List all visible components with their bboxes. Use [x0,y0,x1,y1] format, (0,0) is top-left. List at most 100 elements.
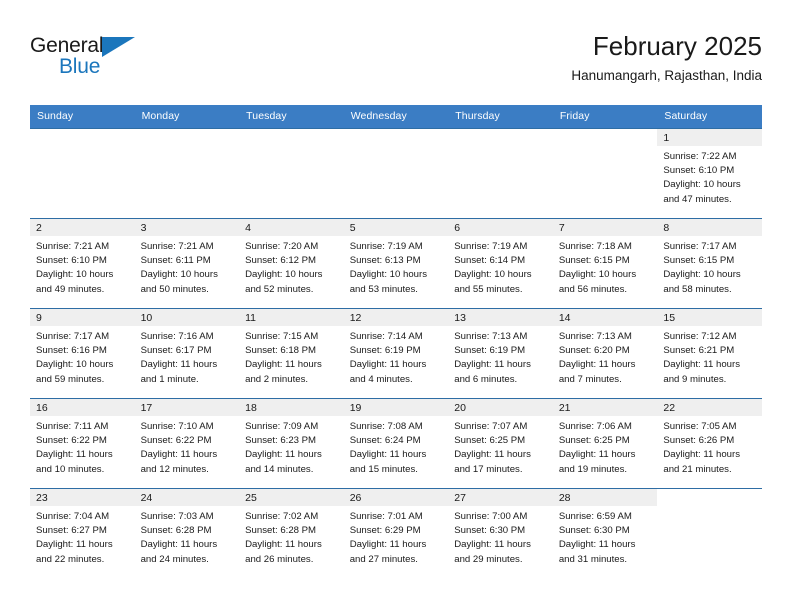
calendar-day-cell-empty [657,488,762,579]
day-cell-inner: 9 Sunrise: 7:17 AM Sunset: 6:16 PM Daylight… [30,309,135,398]
day-cell-inner: 13 Sunrise: 7:13 AM Sunset: 6:19 PM Dayligh… [448,309,553,398]
calendar-day-cell[interactable]: 11 Sunrise: 7:15 AM Sunset: 6:18 PM Dayligh… [239,308,344,399]
calendar-day-cell[interactable]: 25 Sunrise: 7:02 AM Sunset: 6:28 PM Dayligh… [239,488,344,579]
calendar-day-cell[interactable]: 18 Sunrise: 7:09 AM Sunset: 6:23 PM Dayligh… [239,398,344,489]
calendar-day-cell[interactable]: 7 Sunrise: 7:18 AM Sunset: 6:15 PM Daylight… [552,218,658,309]
daylight-text: Daylight: 10 hours and 55 minutes. [454,269,532,295]
day-sun-info: Sunrise: 6:59 AM Sunset: 6:30 PM Daylight:… [553,506,658,567]
day-number: 9 [30,309,135,326]
sunset-text: Sunset: 6:23 PM [245,435,317,447]
day-cell-inner: 24 Sunrise: 7:03 AM Sunset: 6:28 PM Dayligh… [134,489,240,579]
calendar-day-cell[interactable]: 20 Sunrise: 7:07 AM Sunset: 6:25 PM Dayligh… [448,398,553,489]
day-number: 20 [448,399,553,416]
day-cell-inner: 20 Sunrise: 7:07 AM Sunset: 6:25 PM Dayligh… [448,399,553,488]
day-sun-info: Sunrise: 7:12 AM Sunset: 6:21 PM Daylight:… [657,326,762,387]
day-number: 25 [239,489,344,506]
calendar-day-cell[interactable]: 13 Sunrise: 7:13 AM Sunset: 6:19 PM Dayligh… [448,308,553,399]
sunrise-text: Sunrise: 7:21 AM [140,241,214,252]
daylight-text: Daylight: 11 hours and 26 minutes. [245,539,322,565]
day-cell-inner [553,129,658,218]
sunrise-text: Sunrise: 7:00 AM [454,511,528,522]
calendar-day-cell[interactable]: 22 Sunrise: 7:05 AM Sunset: 6:26 PM Dayligh… [657,398,762,489]
weekday-header-wednesday: Wednesday [343,105,449,129]
day-sun-info: Sunrise: 7:18 AM Sunset: 6:15 PM Daylight:… [553,236,658,297]
daylight-text: Daylight: 10 hours and 53 minutes. [349,269,428,295]
sunrise-text: Sunrise: 7:18 AM [558,241,632,252]
day-sun-info: Sunrise: 7:00 AM Sunset: 6:30 PM Daylight:… [448,506,553,567]
calendar-day-cell[interactable]: 24 Sunrise: 7:03 AM Sunset: 6:28 PM Dayligh… [134,488,240,579]
sunset-text: Sunset: 6:26 PM [663,435,735,447]
weekday-header-sunday: Sunday [30,105,135,129]
calendar-day-cell[interactable]: 9 Sunrise: 7:17 AM Sunset: 6:16 PM Daylight… [30,308,135,399]
calendar-day-cell[interactable]: 3 Sunrise: 7:21 AM Sunset: 6:11 PM Daylight… [134,218,240,309]
calendar-day-cell[interactable]: 28 Sunrise: 6:59 AM Sunset: 6:30 PM Dayligh… [552,488,658,579]
daylight-text: Daylight: 11 hours and 6 minutes. [454,359,531,385]
day-number: 6 [448,219,553,236]
sunrise-text: Sunrise: 7:07 AM [454,421,528,432]
calendar-day-cell[interactable]: 21 Sunrise: 7:06 AM Sunset: 6:25 PM Dayligh… [552,398,658,489]
calendar-day-cell[interactable]: 16 Sunrise: 7:11 AM Sunset: 6:22 PM Dayligh… [30,398,135,489]
daylight-text: Daylight: 10 hours and 52 minutes. [245,269,323,295]
sunset-text: Sunset: 6:27 PM [36,525,107,537]
weekday-header-friday: Friday [552,105,658,129]
day-cell-inner: 7 Sunrise: 7:18 AM Sunset: 6:15 PM Daylight… [552,219,658,308]
sunrise-text: Sunrise: 7:03 AM [140,511,214,522]
calendar-day-cell[interactable]: 6 Sunrise: 7:19 AM Sunset: 6:14 PM Daylight… [448,218,553,309]
sunset-text: Sunset: 6:10 PM [663,165,735,177]
day-number: 2 [30,219,135,236]
day-cell-inner: 25 Sunrise: 7:02 AM Sunset: 6:28 PM Dayligh… [239,489,344,579]
day-cell-inner [344,129,449,218]
page-subtitle: Hanumangarh, Rajasthan, India [571,68,762,83]
calendar-day-cell[interactable]: 5 Sunrise: 7:19 AM Sunset: 6:13 PM Daylight… [343,218,449,309]
day-cell-inner: 8 Sunrise: 7:17 AM Sunset: 6:15 PM Daylight… [657,219,762,308]
sunset-text: Sunset: 6:18 PM [245,345,317,357]
sunrise-text: Sunrise: 7:17 AM [663,241,737,252]
daylight-text: Daylight: 10 hours and 49 minutes. [36,269,114,295]
calendar-day-cell[interactable]: 17 Sunrise: 7:10 AM Sunset: 6:22 PM Dayligh… [134,398,240,489]
sunset-text: Sunset: 6:16 PM [36,345,107,357]
day-sun-info: Sunrise: 7:01 AM Sunset: 6:29 PM Daylight:… [344,506,449,567]
calendar-day-cell[interactable]: 8 Sunrise: 7:17 AM Sunset: 6:15 PM Daylight… [657,218,762,309]
day-number: 17 [134,399,240,416]
calendar-day-cell-empty [343,128,449,219]
day-sun-info: Sunrise: 7:13 AM Sunset: 6:20 PM Daylight:… [553,326,658,387]
day-cell-inner: 2 Sunrise: 7:21 AM Sunset: 6:10 PM Daylight… [30,219,135,308]
calendar-day-cell[interactable]: 1 Sunrise: 7:22 AM Sunset: 6:10 PM Daylight… [657,128,762,219]
day-cell-inner [135,129,240,218]
daylight-text: Daylight: 11 hours and 22 minutes. [36,539,113,565]
calendar-day-cell[interactable]: 12 Sunrise: 7:14 AM Sunset: 6:19 PM Dayligh… [343,308,449,399]
sunset-text: Sunset: 6:12 PM [245,255,317,267]
daylight-text: Daylight: 11 hours and 21 minutes. [663,449,740,475]
sunset-text: Sunset: 6:19 PM [454,345,526,357]
calendar-week-row: 9 Sunrise: 7:17 AM Sunset: 6:16 PM Daylight… [30,308,762,399]
day-number: 1 [657,129,762,146]
daylight-text: Daylight: 11 hours and 7 minutes. [558,359,636,385]
day-number [30,129,135,146]
calendar-day-cell[interactable]: 15 Sunrise: 7:12 AM Sunset: 6:21 PM Dayligh… [657,308,762,399]
calendar-day-cell[interactable]: 2 Sunrise: 7:21 AM Sunset: 6:10 PM Daylight… [30,218,135,309]
day-number: 26 [343,489,449,506]
sunset-text: Sunset: 6:15 PM [663,255,735,267]
calendar-day-cell[interactable]: 4 Sunrise: 7:20 AM Sunset: 6:12 PM Daylight… [239,218,344,309]
calendar-day-cell[interactable]: 26 Sunrise: 7:01 AM Sunset: 6:29 PM Dayligh… [343,488,449,579]
daylight-text: Daylight: 11 hours and 14 minutes. [245,449,322,475]
sunrise-text: Sunrise: 7:12 AM [663,331,737,342]
calendar-day-cell[interactable]: 14 Sunrise: 7:13 AM Sunset: 6:20 PM Dayligh… [552,308,658,399]
daylight-text: Daylight: 10 hours and 59 minutes. [36,359,114,385]
calendar-day-cell[interactable]: 27 Sunrise: 7:00 AM Sunset: 6:30 PM Dayligh… [448,488,553,579]
sunset-text: Sunset: 6:24 PM [349,435,421,447]
day-number: 10 [134,309,240,326]
sunrise-text: Sunrise: 7:10 AM [140,421,214,432]
day-number [448,129,553,146]
calendar-day-cell[interactable]: 23 Sunrise: 7:04 AM Sunset: 6:27 PM Dayligh… [30,488,135,579]
sunset-text: Sunset: 6:22 PM [140,435,212,447]
sunrise-text: Sunrise: 7:11 AM [36,421,109,432]
day-cell-inner: 12 Sunrise: 7:14 AM Sunset: 6:19 PM Dayligh… [343,309,449,398]
daylight-text: Daylight: 11 hours and 17 minutes. [454,449,531,475]
day-cell-inner [30,129,135,218]
daylight-text: Daylight: 11 hours and 2 minutes. [245,359,322,385]
calendar-day-cell[interactable]: 19 Sunrise: 7:08 AM Sunset: 6:24 PM Dayligh… [343,398,449,489]
calendar-week-row: 2 Sunrise: 7:21 AM Sunset: 6:10 PM Daylight… [30,218,762,309]
calendar-day-cell[interactable]: 10 Sunrise: 7:16 AM Sunset: 6:17 PM Dayligh… [134,308,240,399]
page-header: General Blue February 2025 Hanumangarh, … [30,30,762,92]
